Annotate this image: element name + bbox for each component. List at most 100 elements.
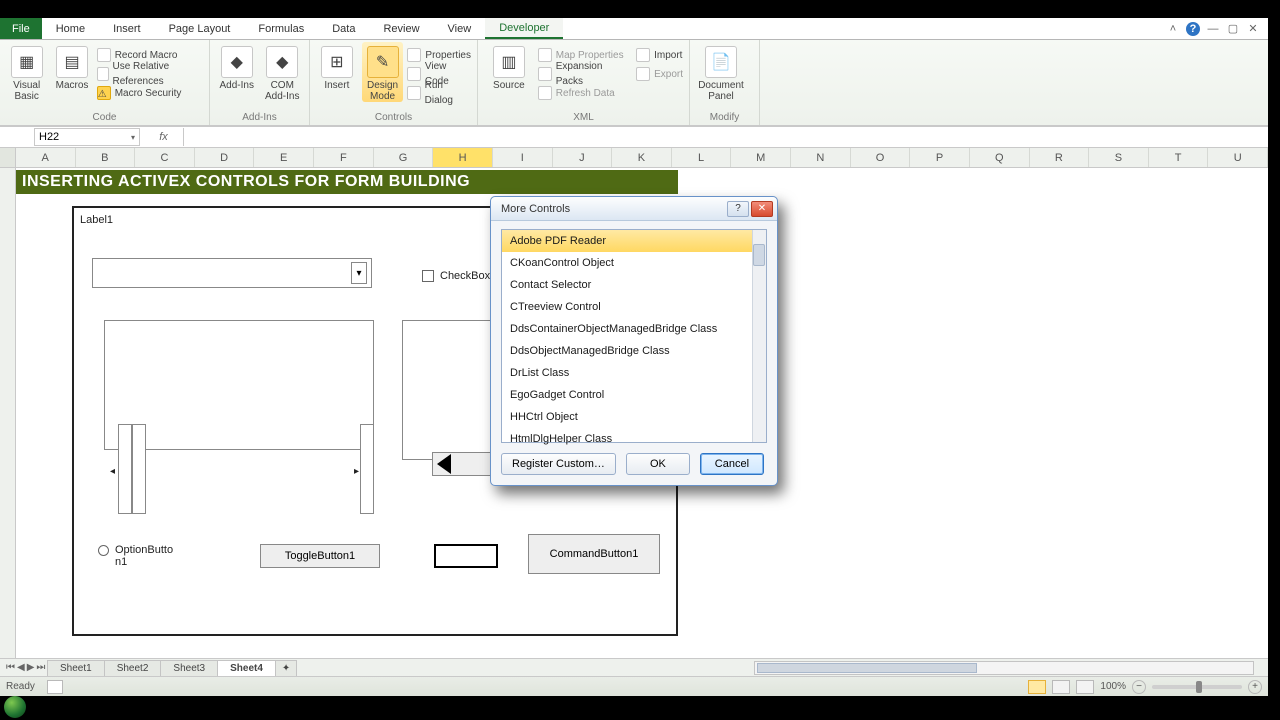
sheet-nav[interactable]: ⏮◀▶⏭ (0, 662, 48, 673)
com-addins-button[interactable]: ◆COM Add-Ins (262, 42, 304, 102)
window-close-icon[interactable]: ✕ (1246, 22, 1260, 36)
xml-source-button[interactable]: ▥Source (484, 42, 534, 91)
col-header-T[interactable]: T (1149, 148, 1209, 167)
macro-record-status-icon[interactable] (47, 680, 63, 694)
optionbutton-control[interactable]: OptionButto n1 (98, 544, 208, 568)
control-item[interactable]: EgoGadget Control (502, 384, 766, 406)
col-header-J[interactable]: J (553, 148, 613, 167)
col-header-N[interactable]: N (791, 148, 851, 167)
cancel-button[interactable]: Cancel (700, 453, 764, 475)
hscroll-thumb[interactable] (757, 663, 977, 673)
col-header-Q[interactable]: Q (970, 148, 1030, 167)
view-break-icon[interactable] (1076, 680, 1094, 694)
combobox-control[interactable]: ▾ (92, 258, 372, 288)
dialog-help-icon[interactable]: ? (727, 201, 749, 217)
sheet-tab-sheet3[interactable]: Sheet3 (160, 660, 218, 676)
dialog-close-icon[interactable]: ✕ (751, 201, 773, 217)
tab-home[interactable]: Home (42, 18, 99, 39)
design-mode-button[interactable]: ✎Design Mode (362, 42, 404, 102)
sheet-tab-sheet2[interactable]: Sheet2 (104, 660, 162, 676)
control-item[interactable]: HHCtrl Object (502, 406, 766, 428)
col-header-C[interactable]: C (135, 148, 195, 167)
dialog-titlebar[interactable]: More Controls ? ✕ (491, 197, 777, 221)
tab-developer[interactable]: Developer (485, 18, 563, 39)
col-header-G[interactable]: G (374, 148, 434, 167)
scroll-right-small-icon[interactable]: ▸ (354, 466, 359, 477)
expansion-button[interactable]: Expansion Packs (538, 65, 632, 83)
control-item[interactable]: CKoanControl Object (502, 252, 766, 274)
label1-control[interactable]: Label1 (80, 214, 113, 226)
togglebutton-control[interactable]: ToggleButton1 (260, 544, 380, 568)
radio-dot-icon[interactable] (98, 545, 109, 556)
spin-down-control[interactable] (132, 424, 146, 514)
col-header-M[interactable]: M (731, 148, 791, 167)
os-taskbar[interactable] (0, 696, 1280, 720)
sheet-tab-sheet4[interactable]: Sheet4 (217, 660, 276, 676)
macros-button[interactable]: ▤Macros (51, 42, 92, 91)
sheet-tab-sheet1[interactable]: Sheet1 (47, 660, 105, 676)
addins-button[interactable]: ◆Add-Ins (216, 42, 258, 91)
last-sheet-icon[interactable]: ⏭ (36, 662, 45, 673)
zoom-slider-thumb[interactable] (1196, 681, 1202, 693)
zoom-out-icon[interactable]: − (1132, 680, 1146, 694)
window-minimize-icon[interactable]: — (1206, 22, 1220, 36)
row-gutter[interactable] (0, 168, 16, 658)
col-header-A[interactable]: A (16, 148, 76, 167)
control-item[interactable]: CTreeview Control (502, 296, 766, 318)
select-all-corner[interactable] (0, 148, 16, 167)
col-header-I[interactable]: I (493, 148, 553, 167)
file-tab[interactable]: File (0, 18, 42, 39)
commandbutton-control[interactable]: CommandButton1 (528, 534, 660, 574)
document-panel-button[interactable]: 📄Document Panel (696, 42, 746, 102)
tab-page-layout[interactable]: Page Layout (155, 18, 245, 39)
scroll-left-small-icon[interactable]: ◂ (110, 466, 115, 477)
window-restore-icon[interactable]: ▢ (1226, 22, 1240, 36)
col-header-F[interactable]: F (314, 148, 374, 167)
visual-basic-button[interactable]: ▦Visual Basic (6, 42, 47, 102)
list-scroll-thumb[interactable] (753, 244, 765, 266)
register-custom-button[interactable]: Register Custom… (501, 453, 616, 475)
insert-control-button[interactable]: ⊞Insert (316, 42, 358, 91)
tab-view[interactable]: View (434, 18, 486, 39)
col-header-U[interactable]: U (1208, 148, 1268, 167)
col-header-H[interactable]: H (433, 148, 493, 167)
spin-up-control[interactable] (118, 424, 132, 514)
new-sheet-button[interactable]: ✦ (275, 660, 297, 676)
view-layout-icon[interactable] (1052, 680, 1070, 694)
control-item[interactable]: HtmlDlgHelper Class (502, 428, 766, 450)
zoom-slider[interactable] (1152, 685, 1242, 689)
col-header-S[interactable]: S (1089, 148, 1149, 167)
control-item[interactable]: Contact Selector (502, 274, 766, 296)
col-header-B[interactable]: B (76, 148, 136, 167)
fx-icon[interactable]: fx (144, 128, 184, 146)
combobox-dropdown-icon[interactable]: ▾ (351, 262, 367, 284)
control-item[interactable]: DdsObjectManagedBridge Class (502, 340, 766, 362)
col-header-L[interactable]: L (672, 148, 732, 167)
tab-data[interactable]: Data (318, 18, 369, 39)
view-normal-icon[interactable] (1028, 680, 1046, 694)
import-button[interactable]: Import (636, 46, 683, 64)
zoom-in-icon[interactable]: + (1248, 680, 1262, 694)
prev-sheet-icon[interactable]: ◀ (17, 662, 25, 673)
ok-button[interactable]: OK (626, 453, 690, 475)
col-header-D[interactable]: D (195, 148, 255, 167)
next-sheet-icon[interactable]: ▶ (27, 662, 35, 673)
col-header-E[interactable]: E (254, 148, 314, 167)
controls-listbox[interactable]: Adobe PDF ReaderCKoanControl ObjectConta… (501, 229, 767, 443)
relative-refs-button[interactable]: Use Relative References (97, 65, 203, 83)
horizontal-sheet-scrollbar[interactable] (754, 661, 1254, 675)
tab-review[interactable]: Review (369, 18, 433, 39)
col-header-P[interactable]: P (910, 148, 970, 167)
col-header-O[interactable]: O (851, 148, 911, 167)
tab-formulas[interactable]: Formulas (244, 18, 318, 39)
control-item[interactable]: DrList Class (502, 362, 766, 384)
name-box-dropdown-icon[interactable]: ▾ (131, 133, 135, 142)
formula-input[interactable] (184, 128, 1268, 146)
name-box[interactable]: H22▾ (34, 128, 140, 146)
checkbox-box-icon[interactable] (422, 270, 434, 282)
help-icon[interactable]: ? (1186, 22, 1200, 36)
checkbox-control[interactable]: CheckBox (422, 270, 490, 282)
minimize-ribbon-icon[interactable]: ˄ (1166, 22, 1180, 36)
macro-security-button[interactable]: ⚠Macro Security (97, 84, 203, 102)
run-dialog-button[interactable]: Run Dialog (407, 84, 471, 102)
